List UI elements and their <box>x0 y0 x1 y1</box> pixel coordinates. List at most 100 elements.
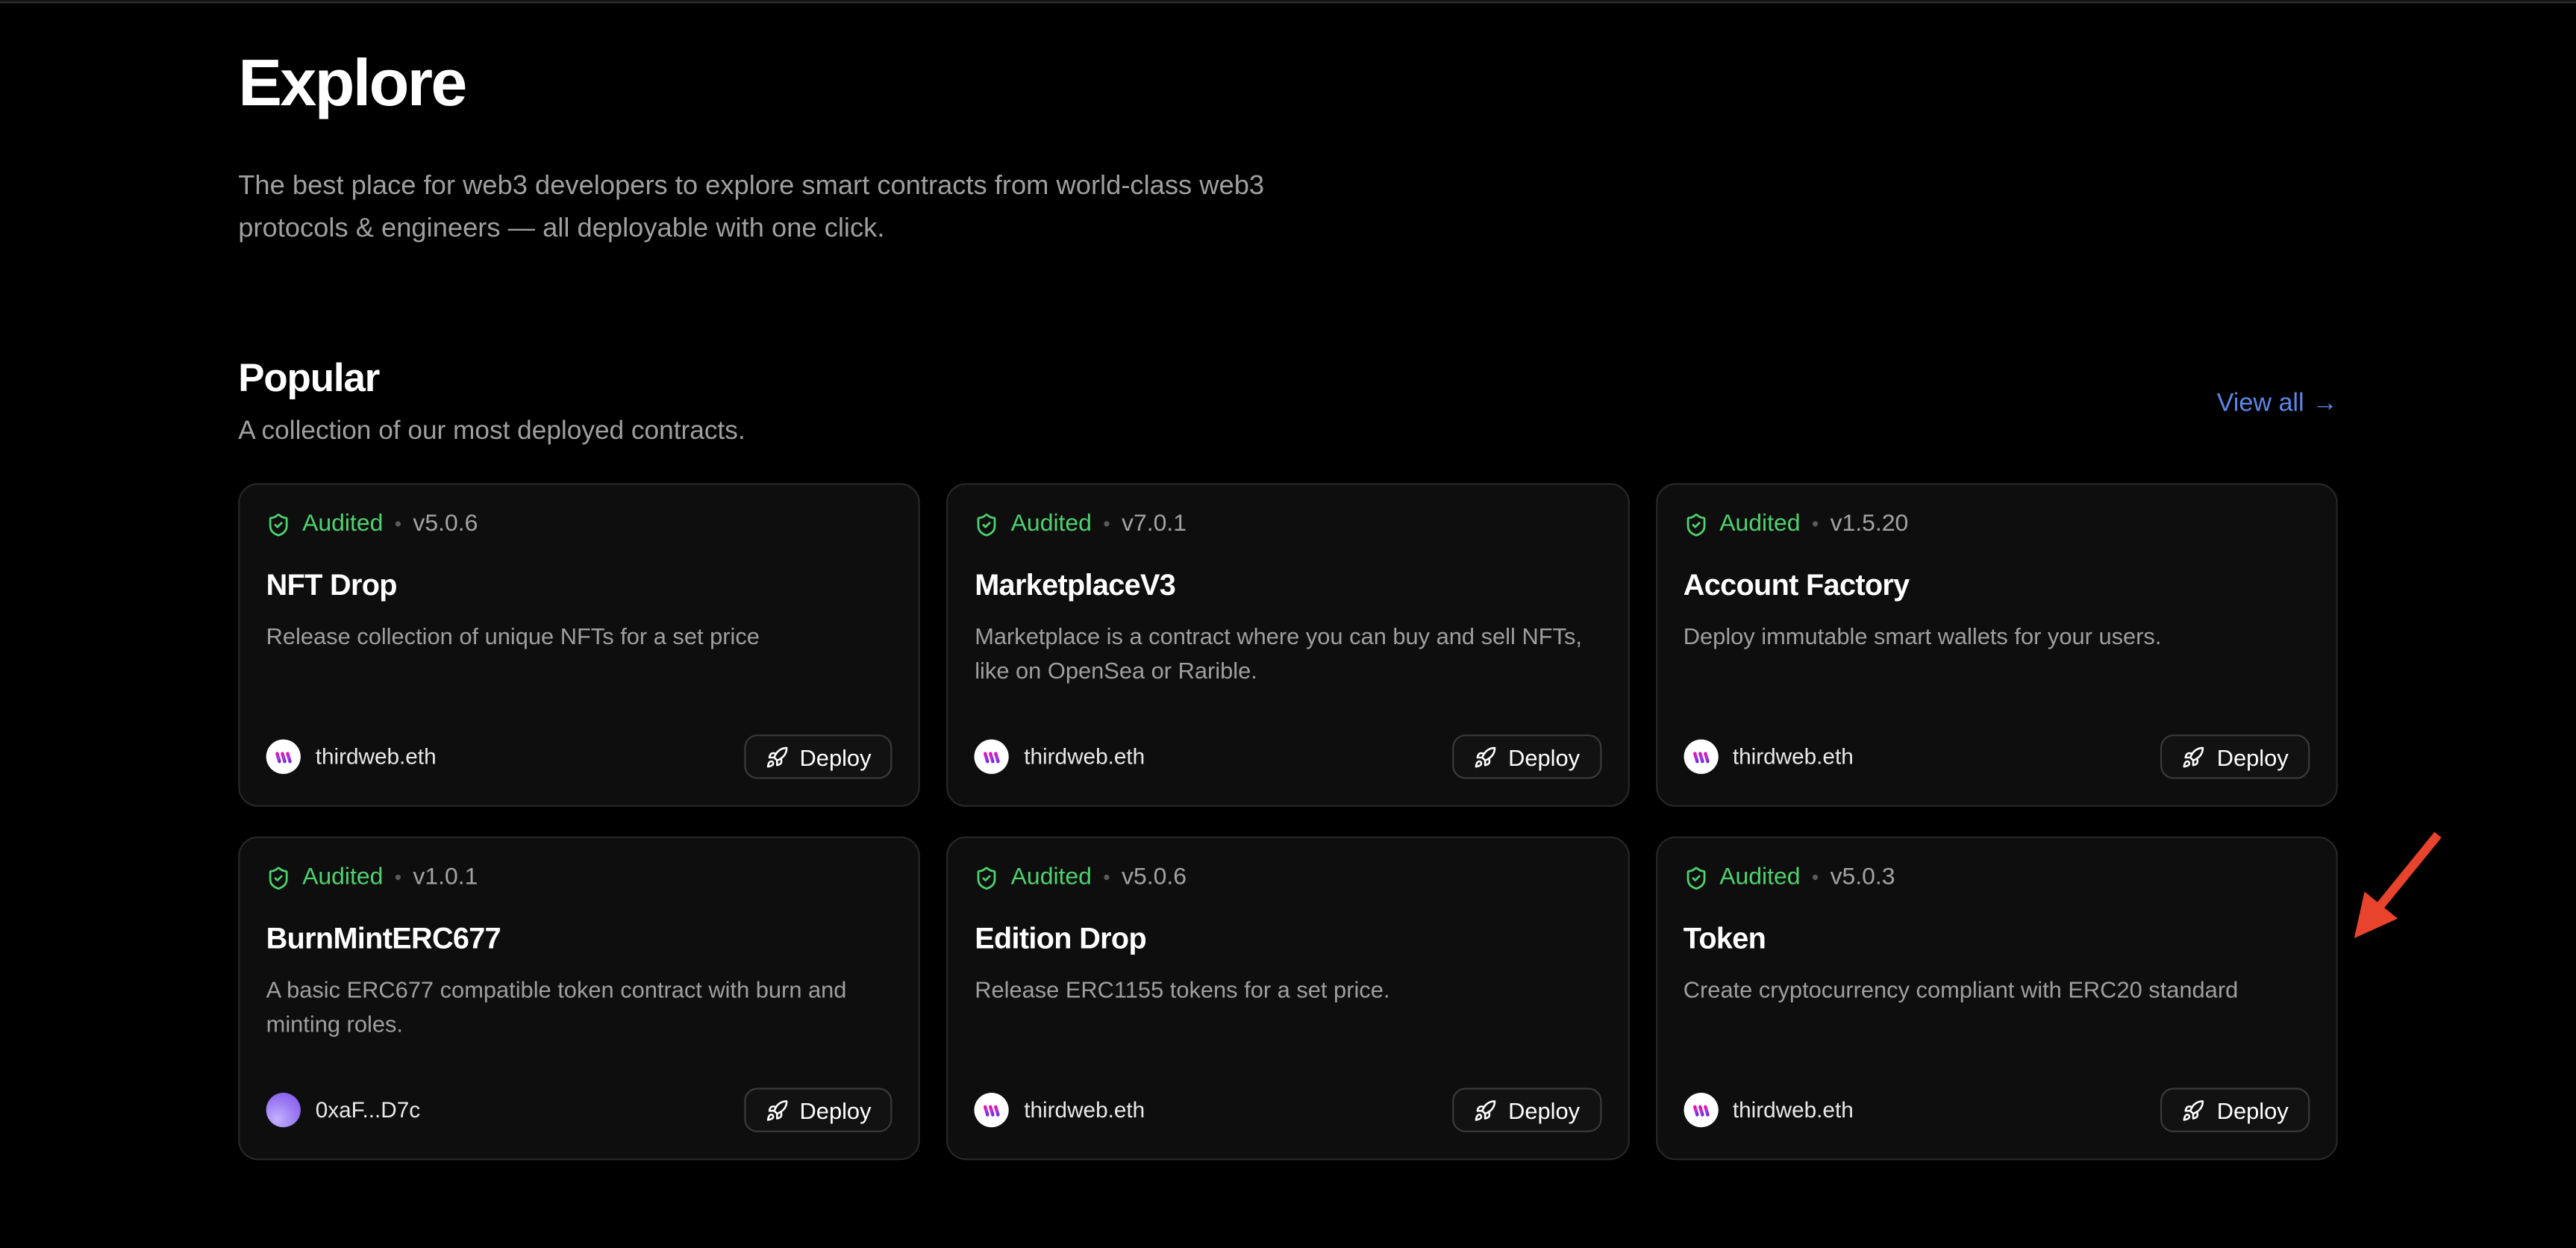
card-footer: thirdweb.eth Deploy <box>975 734 1601 779</box>
contract-card[interactable]: Audited • v1.5.20 Account Factory Deploy… <box>1655 483 2337 807</box>
publisher-name[interactable]: 0xaF...D7c <box>316 1098 420 1123</box>
card-badge-row: Audited • v5.0.6 <box>975 864 1601 890</box>
contract-title[interactable]: Account Factory <box>1684 569 2310 603</box>
publisher-avatar[interactable] <box>1684 740 1718 774</box>
publisher-name[interactable]: thirdweb.eth <box>1024 1098 1145 1123</box>
contract-card[interactable]: Audited • v5.0.6 Edition Drop Release ER… <box>947 837 1629 1161</box>
deploy-label: Deploy <box>1508 1097 1580 1123</box>
shield-check-icon <box>975 512 999 537</box>
contract-description: Create cryptocurrency compliant with ERC… <box>1684 973 2310 1007</box>
address-avatar[interactable] <box>266 1093 301 1127</box>
contract-version: v5.0.6 <box>413 511 478 537</box>
publisher-avatar[interactable] <box>1684 1093 1718 1127</box>
publisher-name[interactable]: thirdweb.eth <box>1733 744 1854 769</box>
deploy-button[interactable]: Deploy <box>744 1088 892 1132</box>
publisher-name[interactable]: thirdweb.eth <box>1024 744 1145 769</box>
deploy-button[interactable]: Deploy <box>744 734 892 779</box>
shield-check-icon <box>975 865 999 890</box>
deploy-label: Deploy <box>1508 743 1580 770</box>
rocket-icon <box>765 745 788 768</box>
audited-badge: Audited <box>1719 511 1800 537</box>
rocket-icon <box>765 1099 788 1122</box>
publisher-name[interactable]: thirdweb.eth <box>1733 1098 1854 1123</box>
page-title: Explore <box>238 48 2338 120</box>
publisher-avatar[interactable] <box>975 1093 1009 1127</box>
card-footer: thirdweb.eth Deploy <box>975 1088 1601 1132</box>
popular-section-header: Popular A collection of our most deploye… <box>238 358 2338 450</box>
main-content: Explore The best place for web3 develope… <box>0 3 2576 1160</box>
deploy-label: Deploy <box>800 1097 872 1123</box>
card-badge-row: Audited • v5.0.6 <box>266 511 892 537</box>
thirdweb-logo-icon <box>272 749 294 765</box>
contract-version: v5.0.6 <box>1122 864 1187 890</box>
contract-card[interactable]: Audited • v7.0.1 MarketplaceV3 Marketpla… <box>947 483 1629 807</box>
audited-badge: Audited <box>1719 864 1800 890</box>
deploy-label: Deploy <box>2217 743 2289 770</box>
thirdweb-logo-icon <box>981 749 1003 765</box>
card-badge-row: Audited • v7.0.1 <box>975 511 1601 537</box>
contract-title[interactable]: NFT Drop <box>266 569 892 603</box>
cards-grid: Audited • v5.0.6 NFT Drop Release collec… <box>238 483 2338 1160</box>
dot-separator: • <box>1103 513 1110 536</box>
dot-separator: • <box>1812 513 1819 536</box>
rocket-icon <box>1474 1099 1497 1122</box>
view-all-label: View all <box>2217 390 2304 419</box>
thirdweb-logo-icon <box>981 1102 1003 1118</box>
rocket-icon <box>2182 1099 2205 1122</box>
dot-separator: • <box>1103 866 1110 889</box>
card-badge-row: Audited • v1.5.20 <box>1684 511 2310 537</box>
card-footer: thirdweb.eth Deploy <box>1684 1088 2310 1132</box>
contract-card[interactable]: Audited • v5.0.6 NFT Drop Release collec… <box>238 483 920 807</box>
contract-title[interactable]: Edition Drop <box>975 922 1601 956</box>
contract-version: v7.0.1 <box>1122 511 1187 537</box>
contract-title[interactable]: Token <box>1684 922 2310 956</box>
audited-badge: Audited <box>302 511 383 537</box>
deploy-label: Deploy <box>2217 1097 2289 1123</box>
audited-badge: Audited <box>1011 511 1092 537</box>
thirdweb-logo-icon <box>1690 1102 1712 1118</box>
rocket-icon <box>1474 745 1497 768</box>
dot-separator: • <box>395 866 401 889</box>
section-title: Popular <box>238 358 745 401</box>
shield-check-icon <box>1684 865 1708 890</box>
deploy-button[interactable]: Deploy <box>2161 1088 2310 1132</box>
contract-card[interactable]: Audited • v5.0.3 Token Create cryptocurr… <box>1655 837 2337 1161</box>
contract-title[interactable]: MarketplaceV3 <box>975 569 1601 603</box>
dot-separator: • <box>1812 866 1819 889</box>
publisher-avatar[interactable] <box>975 740 1009 774</box>
contract-version: v5.0.3 <box>1831 864 1895 890</box>
contract-description: A basic ERC677 compatible token contract… <box>266 973 892 1041</box>
contract-card[interactable]: Audited • v1.0.1 BurnMintERC677 A basic … <box>238 837 920 1161</box>
card-footer: thirdweb.eth Deploy <box>266 734 892 779</box>
card-footer: 0xaF...D7c Deploy <box>266 1088 892 1132</box>
popular-heading-block: Popular A collection of our most deploye… <box>238 358 745 450</box>
contract-title[interactable]: BurnMintERC677 <box>266 922 892 956</box>
contract-version: v1.0.1 <box>413 864 478 890</box>
publisher-avatar[interactable] <box>266 740 301 774</box>
deploy-button[interactable]: Deploy <box>2161 734 2310 779</box>
contract-description: Deploy immutable smart wallets for your … <box>1684 620 2310 654</box>
page-subtitle: The best place for web3 developers to ex… <box>238 164 1348 249</box>
contract-description: Release ERC1155 tokens for a set price. <box>975 973 1601 1007</box>
deploy-button[interactable]: Deploy <box>1452 734 1601 779</box>
deploy-label: Deploy <box>800 743 872 770</box>
card-badge-row: Audited • v1.0.1 <box>266 864 892 890</box>
contract-description: Release collection of unique NFTs for a … <box>266 620 892 654</box>
section-subtitle: A collection of our most deployed contra… <box>238 414 745 450</box>
shield-check-icon <box>1684 512 1708 537</box>
dot-separator: • <box>395 513 401 536</box>
card-badge-row: Audited • v5.0.3 <box>1684 864 2310 890</box>
view-all-link[interactable]: View all → <box>2217 390 2338 419</box>
shield-check-icon <box>266 512 291 537</box>
explore-page: Explore The best place for web3 develope… <box>0 0 2576 1248</box>
contract-description: Marketplace is a contract where you can … <box>975 620 1601 688</box>
audited-badge: Audited <box>1011 864 1092 890</box>
thirdweb-logo-icon <box>1690 749 1712 765</box>
card-footer: thirdweb.eth Deploy <box>1684 734 2310 779</box>
shield-check-icon <box>266 865 291 890</box>
rocket-icon <box>2182 745 2205 768</box>
arrow-right-icon: → <box>2313 390 2338 419</box>
deploy-button[interactable]: Deploy <box>1452 1088 1601 1132</box>
audited-badge: Audited <box>302 864 383 890</box>
publisher-name[interactable]: thirdweb.eth <box>316 744 437 769</box>
